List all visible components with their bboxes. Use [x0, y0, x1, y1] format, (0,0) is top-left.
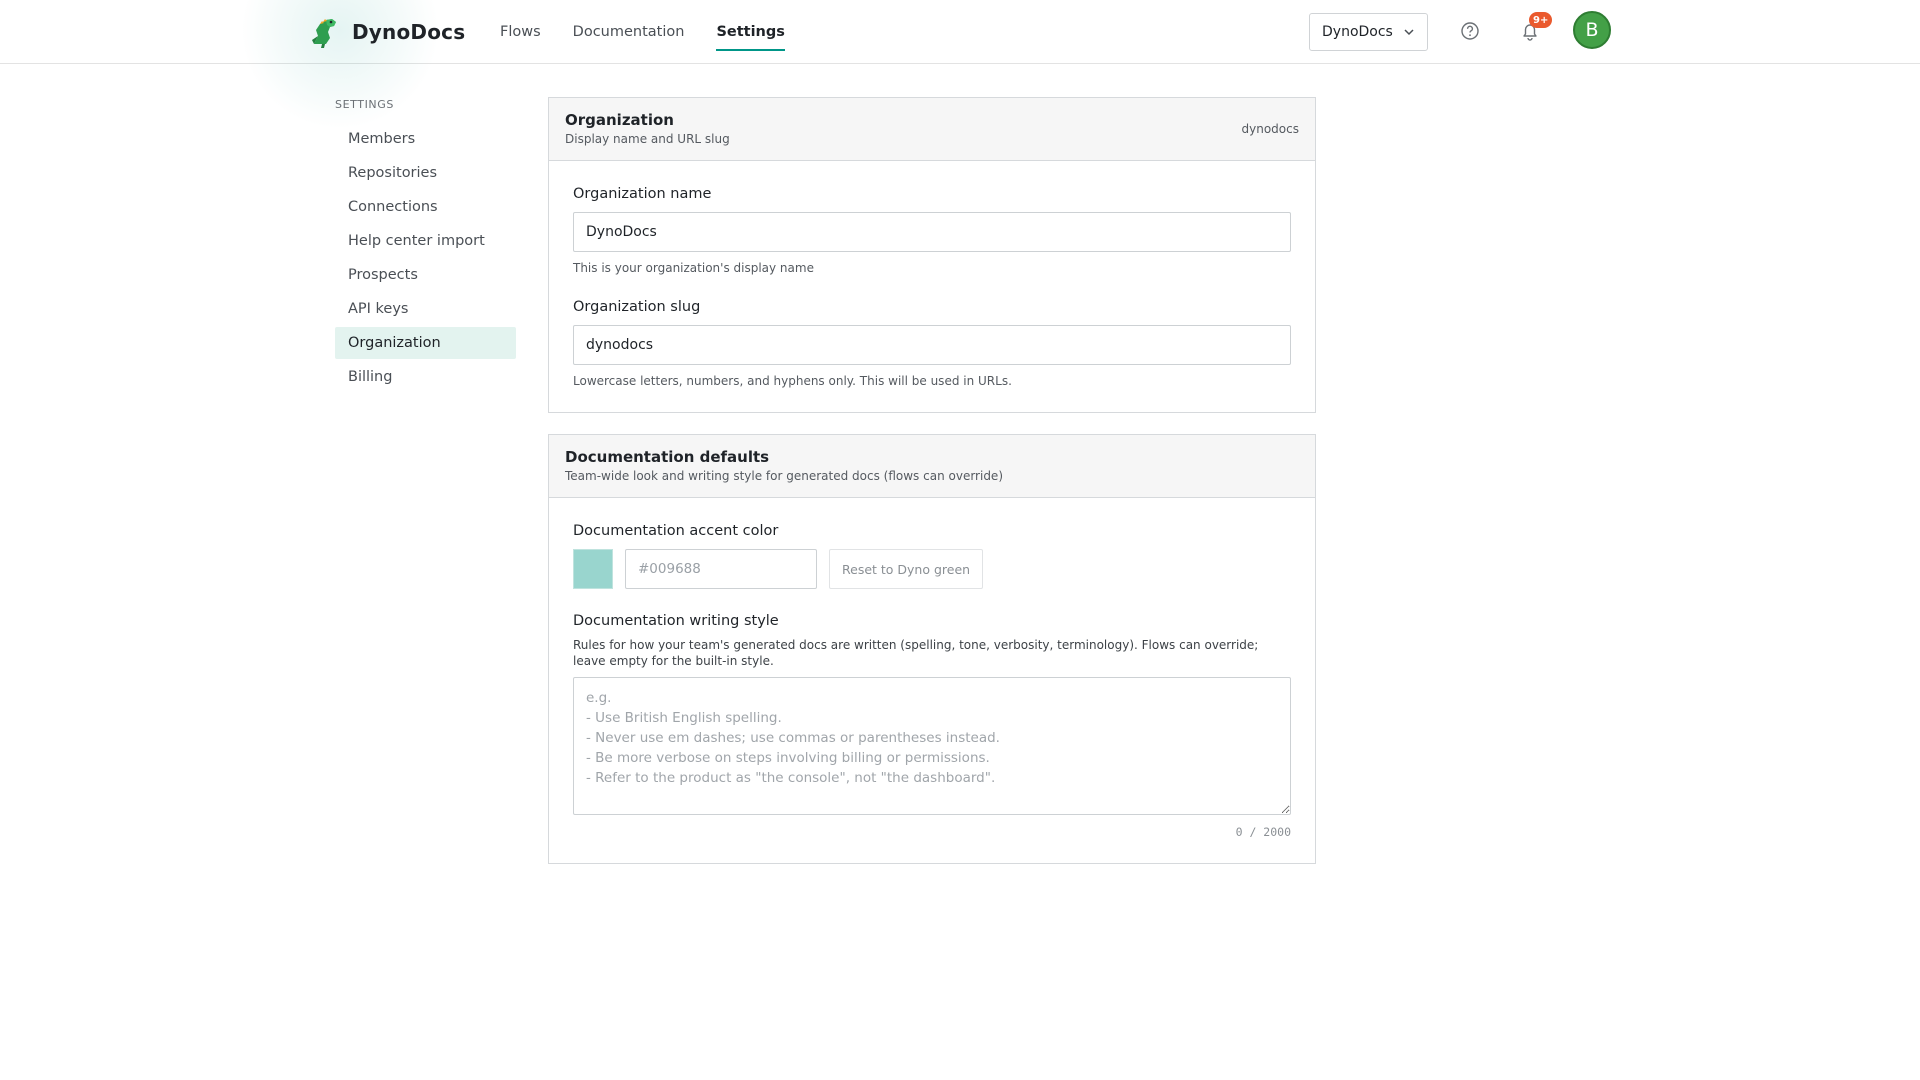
sidebar-item-billing[interactable]: Billing [335, 361, 516, 393]
writing-style-description: Rules for how your team's generated docs… [573, 638, 1259, 668]
top-navigation-bar: DynoDocs Flows Documentation Settings Dy… [0, 0, 1920, 130]
org-slug-label: Organization slug [573, 299, 701, 315]
sidebar-heading: SETTINGS [335, 98, 394, 111]
writing-style-textarea[interactable] [573, 677, 1291, 815]
chevron-down-icon [1404, 29, 1414, 36]
documentation-card-header: Documentation defaults Team-wide look an… [549, 435, 1315, 498]
sidebar-item-repositories[interactable]: Repositories [335, 157, 516, 189]
writing-style-label: Documentation writing style [573, 613, 779, 629]
org-slug-input[interactable] [573, 325, 1291, 365]
documentation-card-body: Documentation accent color Reset to Dyno… [549, 498, 1315, 863]
sidebar-item-prospects[interactable]: Prospects [335, 259, 516, 291]
brand[interactable]: DynoDocs [306, 12, 465, 52]
nav-documentation[interactable]: Documentation [573, 0, 685, 64]
nav-flows[interactable]: Flows [500, 0, 541, 64]
dino-logo-icon [312, 19, 336, 48]
accent-color-row: Reset to Dyno green [573, 549, 1291, 589]
card-subtitle: Display name and URL slug [565, 132, 730, 146]
nav-settings[interactable]: Settings [716, 0, 786, 64]
org-name-input[interactable] [573, 212, 1291, 252]
documentation-defaults-card: Documentation defaults Team-wide look an… [548, 434, 1316, 864]
accent-color-label: Documentation accent color [573, 523, 779, 539]
sidebar-item-members[interactable]: Members [335, 123, 516, 155]
org-switcher-label: DynoDocs [1322, 24, 1393, 40]
card-subtitle: Team-wide look and writing style for gen… [565, 469, 1003, 483]
card-title: Organization [565, 111, 674, 129]
org-switcher-dropdown[interactable]: DynoDocs [1309, 13, 1428, 51]
org-slug-help: Lowercase letters, numbers, and hyphens … [573, 374, 1012, 388]
help-icon[interactable] [1460, 21, 1480, 41]
user-avatar[interactable]: B [1573, 11, 1611, 49]
settings-sidebar: SETTINGS Members Repositories Connection… [335, 96, 516, 395]
sidebar-item-api-keys[interactable]: API keys [335, 293, 516, 325]
org-name-label: Organization name [573, 186, 712, 202]
character-counter: 0 / 2000 [1235, 825, 1291, 839]
organization-card-body: Organization name This is your organizat… [549, 161, 1315, 412]
org-slug-display: dynodocs [1241, 122, 1299, 136]
main-nav: Flows Documentation Settings [500, 0, 786, 64]
sidebar-item-help-center-import[interactable]: Help center import [335, 225, 516, 257]
accent-color-input[interactable] [625, 549, 817, 589]
reset-accent-button[interactable]: Reset to Dyno green [829, 549, 984, 589]
sidebar-item-organization[interactable]: Organization [335, 327, 516, 359]
notification-badge: 9+ [1529, 12, 1553, 28]
organization-card-header: Organization Display name and URL slug d… [549, 98, 1315, 161]
org-name-help: This is your organization's display name [573, 261, 814, 275]
organization-card: Organization Display name and URL slug d… [548, 97, 1316, 413]
sidebar-item-connections[interactable]: Connections [335, 191, 516, 223]
brand-name: DynoDocs [352, 20, 466, 44]
accent-color-swatch[interactable] [573, 549, 613, 589]
card-title: Documentation defaults [565, 448, 770, 466]
